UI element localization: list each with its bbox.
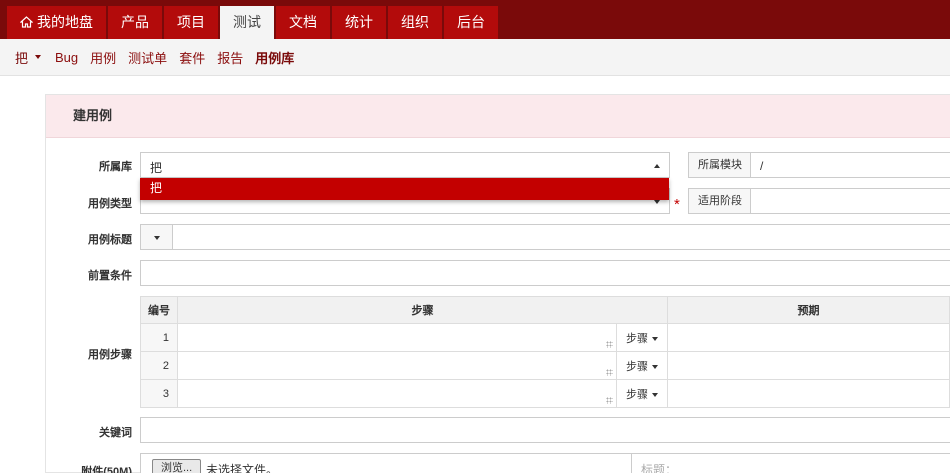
sub-nav: 把 Bug 用例 测试单 套件 报告 用例库 xyxy=(0,39,950,76)
tab-project[interactable]: 项目 xyxy=(164,6,218,39)
module-select[interactable]: / xyxy=(750,152,950,178)
required-mark: * xyxy=(674,196,680,213)
type-label: 用例类型 xyxy=(88,198,132,210)
step-type-label: 步骤 xyxy=(626,332,648,345)
keywords-label: 关键词 xyxy=(99,427,132,439)
subnav-caselib[interactable]: 用例库 xyxy=(255,48,294,67)
tab-company[interactable]: 组织 xyxy=(388,6,442,39)
panel-title: 建用例 xyxy=(46,95,950,138)
home-icon xyxy=(20,16,33,28)
case-title-input[interactable] xyxy=(172,224,950,250)
main-nav: 我的地盘 产品 项目 测试 文档 统计 组织 后台 xyxy=(7,6,500,39)
chevron-down-icon xyxy=(654,200,660,204)
tab-my-label: 我的地盘 xyxy=(37,14,93,30)
keywords-input[interactable] xyxy=(140,417,950,443)
module-label: 所属模块 xyxy=(688,152,751,178)
step-input[interactable] xyxy=(177,323,617,352)
subnav-report[interactable]: 报告 xyxy=(217,48,243,67)
step-type-label: 步骤 xyxy=(626,388,648,401)
library-select-value: 把 xyxy=(150,161,163,175)
steps-header-num: 编号 xyxy=(140,296,178,324)
browse-button[interactable]: 浏览... xyxy=(152,459,202,473)
step-type-dropdown[interactable]: 步骤 xyxy=(616,323,668,352)
tab-report[interactable]: 统计 xyxy=(332,6,386,39)
steps-label: 用例步骤 xyxy=(88,349,132,361)
file-title-input[interactable]: 标题： xyxy=(631,453,950,473)
library-select[interactable]: 把 xyxy=(140,152,670,178)
no-file-text: 未选择文件。 xyxy=(206,463,279,473)
library-switcher[interactable]: 把 xyxy=(15,48,42,67)
step-number: 1 xyxy=(140,323,178,352)
subnav-suite[interactable]: 套件 xyxy=(179,48,205,67)
table-row: 2 步骤 xyxy=(140,351,950,380)
step-type-dropdown[interactable]: 步骤 xyxy=(616,379,668,408)
resize-grip-icon xyxy=(606,341,613,348)
tab-product[interactable]: 产品 xyxy=(108,6,162,39)
precondition-label: 前置条件 xyxy=(88,270,132,282)
steps-header-expect: 预期 xyxy=(667,296,950,324)
chevron-down-icon xyxy=(652,336,658,341)
title-color-picker[interactable] xyxy=(140,224,173,250)
step-type-dropdown[interactable]: 步骤 xyxy=(616,351,668,380)
attachment-label: 附件(50M) xyxy=(81,466,132,473)
tab-doc[interactable]: 文档 xyxy=(276,6,330,39)
steps-header-step: 步骤 xyxy=(177,296,668,324)
expect-input[interactable] xyxy=(667,351,950,380)
chevron-down-icon xyxy=(35,55,42,59)
case-title-label: 用例标题 xyxy=(88,234,132,246)
table-row: 3 步骤 xyxy=(140,379,950,408)
subnav-testtask[interactable]: 测试单 xyxy=(128,48,167,67)
expect-input[interactable] xyxy=(667,323,950,352)
chevron-down-icon xyxy=(652,364,658,369)
resize-grip-icon xyxy=(606,369,613,376)
precondition-input[interactable] xyxy=(140,260,950,286)
file-picker: 浏览... 未选择文件。 xyxy=(140,453,632,473)
top-navbar: 我的地盘 产品 项目 测试 文档 统计 组织 后台 xyxy=(0,0,950,39)
step-number: 2 xyxy=(140,351,178,380)
file-title-placeholder: 标题： xyxy=(641,463,678,473)
stage-label: 适用阶段 xyxy=(688,188,751,214)
step-type-label: 步骤 xyxy=(626,360,648,373)
tab-my[interactable]: 我的地盘 xyxy=(7,6,106,39)
table-row: 1 步骤 xyxy=(140,323,950,352)
tab-admin[interactable]: 后台 xyxy=(444,6,498,39)
stage-select[interactable] xyxy=(750,188,950,214)
chevron-down-icon xyxy=(652,392,658,397)
library-label: 所属库 xyxy=(99,161,132,173)
step-input[interactable] xyxy=(177,351,617,380)
subnav-case[interactable]: 用例 xyxy=(90,48,116,67)
steps-table: 编号 步骤 预期 1 步骤 2 步骤 3 步骤 xyxy=(140,296,950,408)
library-option[interactable]: 把 xyxy=(140,178,669,200)
tab-test[interactable]: 测试 xyxy=(220,6,274,39)
subnav-bug[interactable]: Bug xyxy=(55,50,78,65)
library-switcher-label: 把 xyxy=(15,50,29,66)
resize-grip-icon xyxy=(606,397,613,404)
chevron-up-icon xyxy=(654,164,660,168)
step-number: 3 xyxy=(140,379,178,408)
step-input[interactable] xyxy=(177,379,617,408)
chevron-down-icon xyxy=(154,236,160,240)
module-select-value: / xyxy=(760,159,764,173)
expect-input[interactable] xyxy=(667,379,950,408)
